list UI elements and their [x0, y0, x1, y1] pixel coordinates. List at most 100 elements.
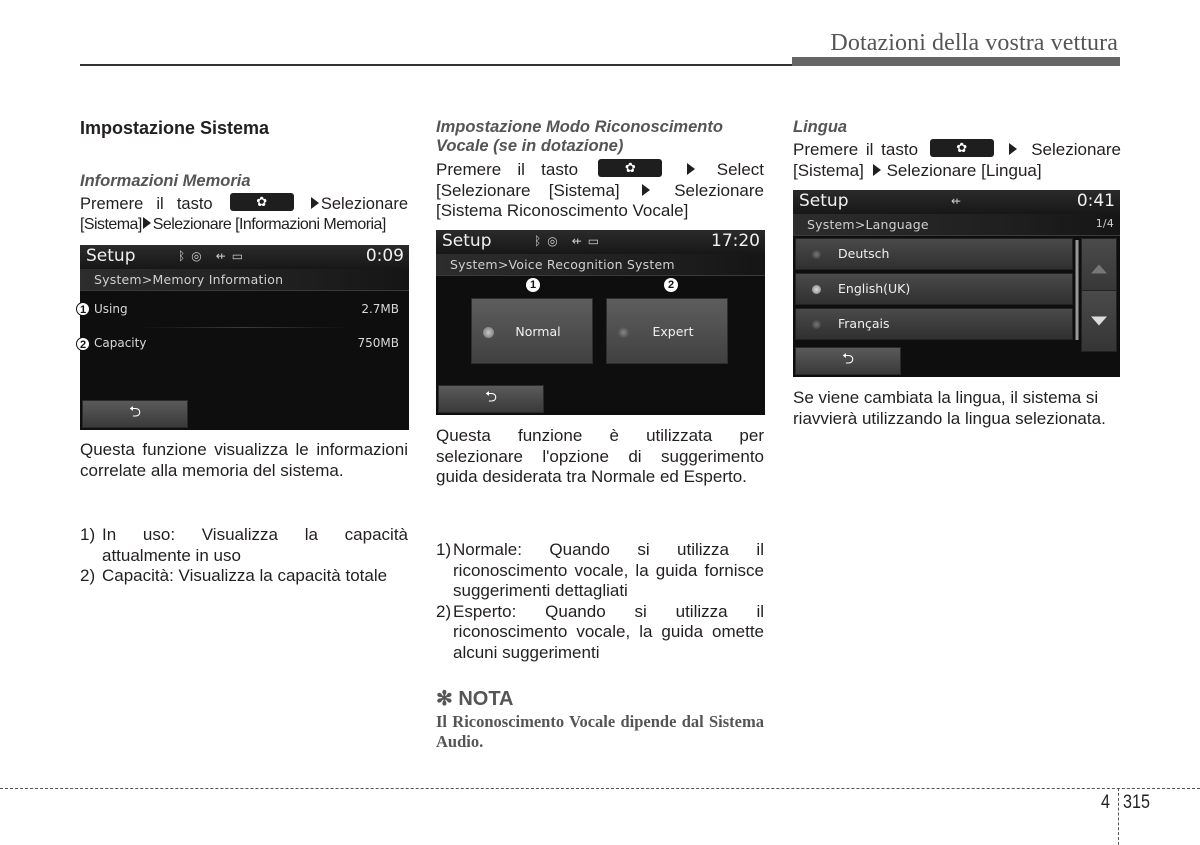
page-indicator: 1/4 — [1095, 217, 1114, 230]
callout-1: 1 — [76, 302, 90, 316]
list-text: Esperto: Quando si utilizza il riconosci… — [453, 601, 764, 662]
gear-icon: ✿ — [956, 139, 968, 155]
section-title: Impostazione Sistema — [80, 118, 270, 138]
status-icons: ⇷ — [951, 194, 967, 208]
back-arrow-icon: ⮌ — [128, 402, 142, 421]
memory-row-capacity: Capacity 750MB — [94, 336, 399, 350]
screen-clock: 0:09 — [365, 246, 404, 266]
description-memory: Questa funzione visualizza le informazio… — [80, 440, 408, 480]
screen-breadcrumb: System>Language 1/4 — [793, 214, 1120, 236]
scroll-down-button[interactable] — [1081, 290, 1117, 352]
callout-2: 2 — [76, 337, 90, 351]
screen-voice-recognition: Setup ᛒ◎ ⇷▭ 17:20 System>Voice Recognitio… — [436, 230, 765, 415]
instr-text: Selezionare [Lingua] — [886, 160, 1042, 180]
language-label: Deutsch — [838, 246, 890, 261]
language-item-english-uk[interactable]: English(UK) — [795, 273, 1073, 305]
screen-language: Setup ⇷ 0:41 System>Language 1/4 Deutsch… — [793, 190, 1120, 377]
bluetooth-icon: ᛒ — [178, 249, 192, 263]
radio-indicator-selected — [812, 285, 821, 294]
note-title: ✻ NOTA — [436, 686, 514, 711]
subtitle-voice-recognition: Impostazione Modo Riconoscimento Vocale … — [436, 118, 723, 155]
callout-1: 1 — [526, 278, 540, 292]
memory-list: 1) In uso: Visualizza la capacità attualm… — [80, 525, 408, 587]
back-button[interactable]: ⮌ — [795, 347, 901, 375]
breadcrumb-text: System>Memory Information — [94, 272, 284, 287]
arrow-up-icon — [1091, 264, 1107, 274]
note-title-text: NOTA — [458, 688, 514, 710]
list-item: 1) In uso: Visualizza la capacità attualm… — [80, 525, 408, 566]
row-divider — [140, 327, 349, 328]
language-item-deutsch[interactable]: Deutsch — [795, 238, 1073, 270]
list-number: 2) — [436, 601, 452, 621]
arrow-right-icon — [142, 216, 151, 229]
instructions-memory: Premere il tasto ✿ Selezionare [Sistema]… — [80, 193, 408, 235]
radio-indicator — [812, 250, 821, 259]
instr-text: [Sistema] — [793, 160, 864, 180]
description-voice: Questa funzione è utilizzata per selezio… — [436, 426, 764, 486]
instr-text: Selezionare — [1031, 140, 1121, 159]
instr-text: Selezionare [Informazioni Memoria] — [152, 215, 387, 233]
instr-text: Select — [716, 160, 764, 179]
list-text: Capacità: Visualizza la capacità totale — [102, 566, 388, 585]
option-normal-button[interactable]: Normal — [471, 298, 593, 364]
language-item-francais[interactable]: Français — [795, 308, 1073, 340]
back-button[interactable]: ⮌ — [438, 385, 544, 413]
note-body: Il Riconoscimento Vocale dipende dal Sis… — [436, 712, 764, 751]
option-label: Normal — [515, 324, 561, 339]
back-arrow-icon: ⮌ — [484, 387, 498, 406]
breadcrumb-text: System>Voice Recognition System — [450, 257, 675, 272]
bluetooth-icon: ᛒ — [534, 234, 548, 248]
option-expert-button[interactable]: Expert — [606, 298, 728, 364]
header-rule-bar — [792, 57, 1120, 66]
footer-divider — [1118, 788, 1119, 845]
list-text: Normale: Quando si utilizza il riconosci… — [453, 540, 764, 600]
back-button[interactable]: ⮌ — [82, 400, 188, 428]
list-item: 1) Normale: Quando si utilizza il riconos… — [436, 540, 764, 602]
instr-text: Premere il tasto — [80, 195, 213, 213]
memory-row-using: Using 2.7MB — [94, 302, 399, 316]
row-value: 2.7MB — [361, 302, 399, 316]
instr-text: Premere il tasto — [436, 160, 579, 179]
gear-icon: ✿ — [624, 159, 636, 175]
back-arrow-icon: ⮌ — [841, 349, 855, 368]
chapter-number: 4 — [1101, 792, 1110, 813]
instr-text: [Sistema Riconoscimento Vocale] — [436, 201, 689, 220]
screen-breadcrumb: System>Memory Information — [80, 269, 409, 291]
usb-icon: ⇷ — [571, 234, 588, 248]
arrow-right-icon — [1009, 143, 1018, 155]
screen-title: Setup — [799, 191, 849, 211]
chapter-header-title: Dotazioni della vostra vettura — [830, 30, 1118, 56]
header-rule — [80, 64, 794, 66]
setup-key-button: ✿ — [598, 159, 663, 177]
row-label: Capacity — [94, 336, 147, 350]
radio-indicator — [812, 320, 821, 329]
language-label: English(UK) — [838, 281, 911, 296]
scrollbar[interactable] — [1075, 240, 1079, 340]
list-item: 2) Esperto: Quando si utilizza il riconos… — [436, 602, 764, 664]
aux-icon: ▭ — [231, 249, 250, 263]
asterisk-icon: ✻ — [436, 688, 453, 710]
aux-icon: ▭ — [587, 234, 606, 248]
arrow-right-icon — [641, 183, 650, 196]
voice-list: 1) Normale: Quando si utilizza il riconos… — [436, 540, 764, 663]
usb-icon: ⇷ — [215, 249, 232, 263]
instr-text: [Sistema] — [80, 215, 142, 233]
instr-text: Selezionare — [320, 195, 408, 213]
status-icons: ᛒ◎ ⇷▭ — [534, 234, 605, 248]
arrow-down-icon — [1091, 316, 1107, 326]
instructions-voice: Premere il tasto ✿ Select [Selezionare [… — [436, 159, 764, 222]
screen-title: Setup — [442, 231, 492, 251]
arrow-right-icon — [872, 163, 881, 176]
arrow-right-icon — [310, 197, 319, 209]
screen-clock: 0:41 — [1076, 191, 1115, 211]
list-number: 1) — [80, 525, 96, 544]
subtitle-memory-info: Informazioni Memoria — [80, 172, 251, 190]
instr-text: [Selezionare [Sistema] — [436, 180, 620, 200]
row-value: 750MB — [357, 336, 400, 350]
language-label: Français — [838, 316, 890, 331]
description-language: Se viene cambiata la lingua, il sistema … — [793, 388, 1106, 428]
usb-icon: ⇷ — [951, 194, 968, 208]
status-icons: ᛒ◎ ⇷▭ — [178, 249, 249, 263]
list-number: 1) — [436, 540, 452, 559]
instr-text: Selezionare — [674, 180, 764, 200]
